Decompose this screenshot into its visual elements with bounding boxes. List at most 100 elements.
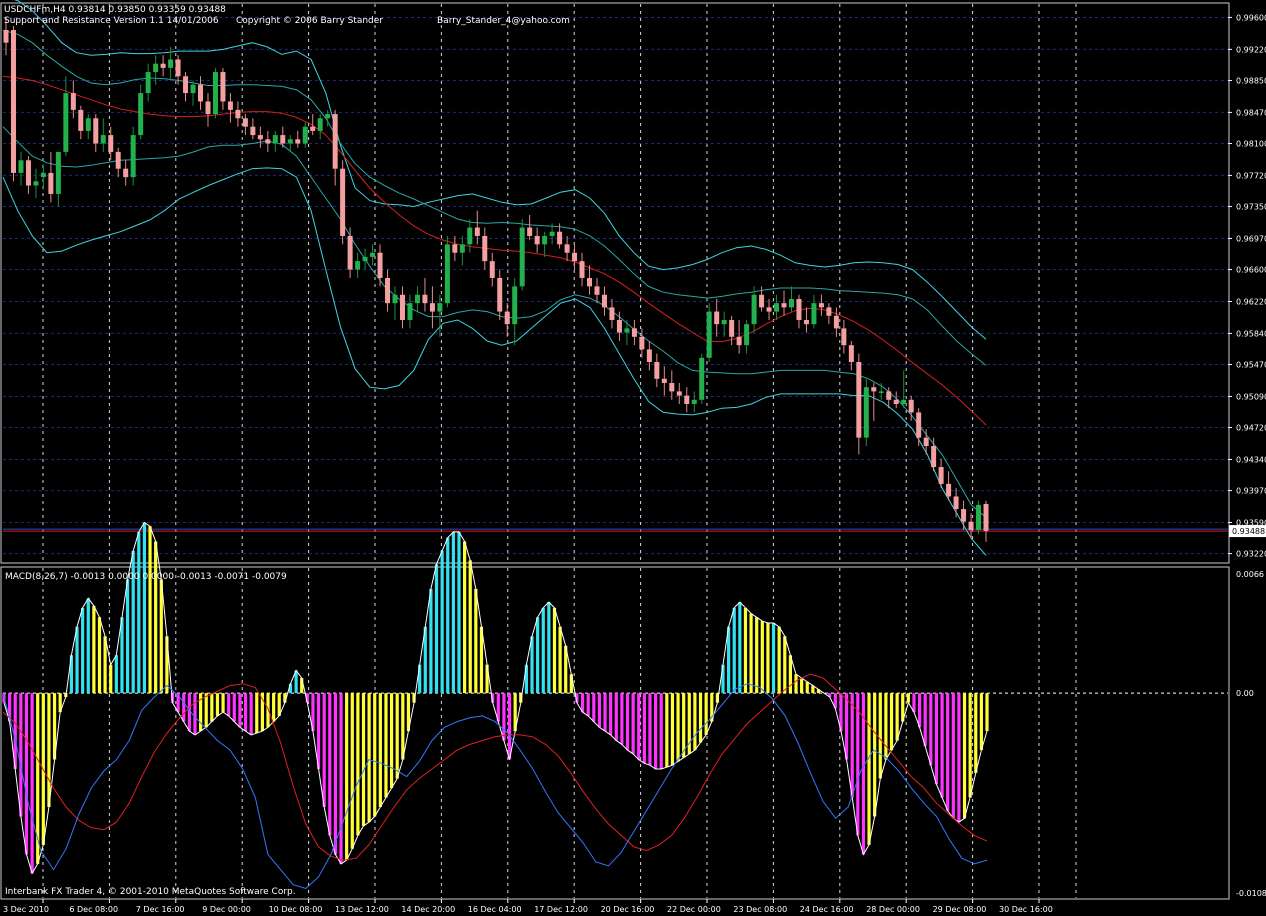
candle-body — [414, 294, 420, 304]
candle-body — [549, 231, 555, 236]
candle-body — [287, 139, 293, 144]
candle-body — [108, 135, 114, 152]
candle-body — [587, 277, 593, 287]
candle-body — [227, 101, 233, 110]
candle-body — [871, 387, 877, 392]
candle-body — [444, 244, 450, 304]
candle-body — [646, 349, 652, 362]
candle-body — [347, 235, 353, 270]
candle-body — [654, 361, 660, 379]
candle-body — [624, 328, 630, 333]
candle-body — [489, 261, 495, 278]
candle-body — [729, 319, 735, 337]
candle-body — [901, 399, 907, 405]
candle-body — [863, 387, 869, 438]
candle-body — [796, 298, 802, 320]
candle-body — [474, 227, 480, 236]
candle-body — [295, 139, 301, 144]
candle-body — [699, 357, 705, 400]
candle-body — [235, 109, 241, 119]
time-axis-label: 30 Dec 16:00 — [999, 905, 1053, 914]
candle-body — [639, 336, 645, 350]
candle-body — [833, 315, 839, 329]
candle-body — [774, 303, 780, 312]
time-axis-label: 28 Dec 00:00 — [866, 905, 920, 914]
candle-body — [886, 391, 892, 400]
candle-body — [25, 160, 31, 186]
candle-body — [145, 72, 151, 94]
candle-body — [691, 399, 697, 405]
candle-body — [856, 361, 862, 438]
candle-body — [100, 135, 106, 144]
candle-body — [257, 135, 263, 140]
candle-body — [976, 504, 982, 531]
candle-body — [572, 252, 578, 262]
macd-title-label: MACD(8,26,7) -0.0013 0.0000 0.0000 -0.00… — [5, 572, 287, 582]
candle-body — [848, 345, 854, 362]
time-axis-label: 7 Dec 16:00 — [136, 905, 185, 914]
candle-body — [160, 63, 166, 68]
price-axis-tick-label: 0.96600 — [1236, 266, 1266, 275]
candle-body — [70, 93, 76, 110]
candle-body — [736, 336, 742, 346]
time-axis-label: 24 Dec 16:00 — [800, 905, 854, 914]
time-axis-label: 22 Dec 00:00 — [667, 905, 721, 914]
candle-body — [931, 446, 937, 468]
price-axis-tick-label: 0.94340 — [1236, 455, 1266, 464]
candle-body — [48, 172, 54, 194]
price-axis-tick-label: 0.98470 — [1236, 108, 1266, 117]
candle-body — [385, 277, 391, 304]
price-axis-tick-label: 0.96220 — [1236, 297, 1266, 306]
indicator-info-label: Support and Resistance Version 1.1 14/01… — [4, 16, 219, 26]
time-axis-label: 6 Dec 08:00 — [69, 905, 118, 914]
candle-body — [272, 135, 278, 144]
candle-body — [781, 303, 787, 308]
candle-body — [616, 319, 622, 333]
candle-body — [183, 76, 189, 94]
macd-axis-tick-label: 0.0066 — [1236, 570, 1264, 579]
footer-label: Interbank FX Trader 4, © 2001-2010 MetaQ… — [5, 887, 296, 897]
candle-body — [504, 311, 510, 325]
candle-body — [826, 307, 832, 316]
candle-body — [190, 84, 196, 94]
time-axis-label: 17 Dec 12:00 — [534, 905, 588, 914]
candle-body — [302, 126, 308, 144]
candle-body — [759, 294, 765, 308]
candle-body — [946, 483, 952, 497]
candle-body — [803, 319, 809, 325]
chart-window[interactable]: 0.99600 0.99220 0.98850 0.98470 0.98100 0.977… — [0, 0, 1266, 916]
price-axis-tick-label: 0.99600 — [1236, 13, 1266, 22]
price-axis-tick-label: 0.95470 — [1236, 361, 1266, 370]
candle-body — [362, 256, 368, 262]
candle-body — [370, 252, 376, 257]
candle-body — [519, 227, 525, 287]
candle-body — [557, 231, 563, 245]
candle-body — [205, 101, 211, 115]
candle-body — [676, 391, 682, 396]
candle-body — [18, 160, 24, 173]
candle-body — [399, 294, 405, 320]
candle-body — [242, 118, 248, 127]
candle-body — [212, 72, 218, 115]
candle-body — [601, 294, 607, 308]
candle-body — [631, 328, 637, 337]
candle-body — [467, 227, 473, 245]
candle-body — [579, 261, 585, 278]
candle-body — [340, 168, 346, 236]
candle-body — [93, 118, 99, 144]
candle-body — [923, 437, 929, 447]
candle-body — [661, 378, 667, 384]
candle-body — [534, 235, 540, 245]
candle-body — [63, 93, 69, 152]
candle-body — [482, 235, 488, 262]
time-axis-label: 10 Dec 08:00 — [269, 905, 323, 914]
candle-body — [429, 303, 435, 312]
candle-body — [332, 114, 338, 169]
symbol-info-label: USDCHFm,H4 0.93814 0.93850 0.93359 0.934… — [4, 5, 226, 15]
price-axis-tick-label: 0.97350 — [1236, 203, 1266, 212]
candle-body — [220, 72, 226, 102]
candle-body — [841, 328, 847, 346]
candle-body — [55, 151, 61, 194]
candle-body — [198, 84, 204, 102]
price-axis-tick-label: 0.98100 — [1236, 140, 1266, 149]
